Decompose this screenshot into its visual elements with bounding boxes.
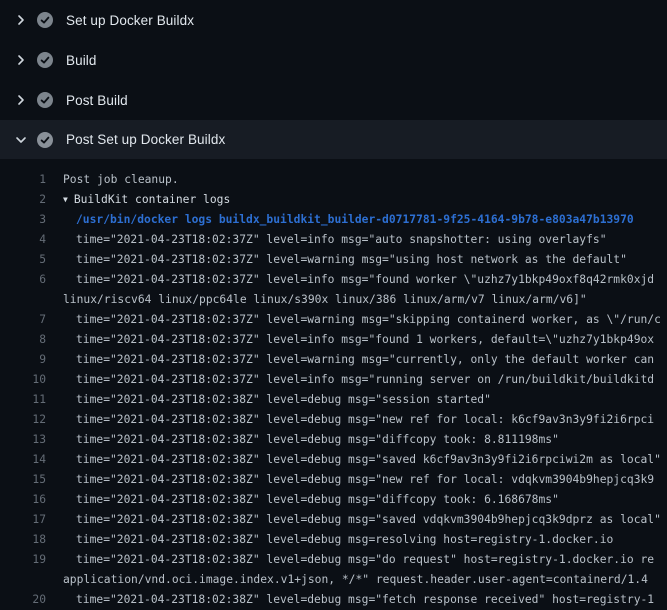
log-text: time="2021-04-23T18:02:37Z" level=info m… bbox=[46, 330, 654, 350]
log-line: 6 time="2021-04-23T18:02:37Z" level=info… bbox=[0, 270, 667, 290]
line-number[interactable]: 16 bbox=[0, 490, 46, 510]
log-text: time="2021-04-23T18:02:37Z" level=info m… bbox=[46, 370, 654, 390]
log-text: time="2021-04-23T18:02:38Z" level=debug … bbox=[46, 470, 654, 490]
line-number[interactable]: 4 bbox=[0, 230, 46, 250]
log-line: 5 time="2021-04-23T18:02:37Z" level=warn… bbox=[0, 250, 667, 270]
line-number[interactable]: 5 bbox=[0, 250, 46, 270]
log-text: time="2021-04-23T18:02:38Z" level=debug … bbox=[46, 390, 491, 410]
line-number[interactable]: 2 bbox=[0, 190, 46, 210]
log-line: 13 time="2021-04-23T18:02:38Z" level=deb… bbox=[0, 430, 667, 450]
step-label: Set up Docker Buildx bbox=[66, 13, 194, 28]
chevron-right-icon[interactable] bbox=[13, 12, 29, 28]
log-line: 4 time="2021-04-23T18:02:37Z" level=info… bbox=[0, 230, 667, 250]
line-number[interactable]: 3 bbox=[0, 210, 46, 230]
log-text: time="2021-04-23T18:02:38Z" level=debug … bbox=[46, 550, 654, 570]
log-text: time="2021-04-23T18:02:38Z" level=debug … bbox=[46, 430, 559, 450]
line-number[interactable]: 8 bbox=[0, 330, 46, 350]
check-circle-icon bbox=[37, 12, 53, 28]
log-text: time="2021-04-23T18:02:38Z" level=debug … bbox=[46, 450, 661, 470]
chevron-right-icon[interactable] bbox=[13, 52, 29, 68]
step-row-post-build[interactable]: Post Build bbox=[0, 80, 667, 120]
log-text: time="2021-04-23T18:02:37Z" level=warnin… bbox=[46, 250, 627, 270]
log-line: 10 time="2021-04-23T18:02:37Z" level=inf… bbox=[0, 370, 667, 390]
log-text: time="2021-04-23T18:02:37Z" level=warnin… bbox=[46, 310, 661, 330]
line-number[interactable]: 19 bbox=[0, 550, 46, 570]
log-line: 11 time="2021-04-23T18:02:38Z" level=deb… bbox=[0, 390, 667, 410]
log-line: 9 time="2021-04-23T18:02:37Z" level=warn… bbox=[0, 350, 667, 370]
line-number[interactable]: 7 bbox=[0, 310, 46, 330]
line-number[interactable]: 12 bbox=[0, 410, 46, 430]
log-line: 16 time="2021-04-23T18:02:38Z" level=deb… bbox=[0, 490, 667, 510]
log-line-wrap: linux/riscv64 linux/ppc64le linux/s390x … bbox=[0, 290, 667, 310]
log-group-header[interactable]: 2 ▼ BuildKit container logs bbox=[0, 190, 667, 210]
log-text: time="2021-04-23T18:02:38Z" level=debug … bbox=[46, 530, 613, 550]
log-text: time="2021-04-23T18:02:38Z" level=debug … bbox=[46, 410, 654, 430]
log-text: time="2021-04-23T18:02:38Z" level=debug … bbox=[46, 590, 654, 610]
log-text-command: /usr/bin/docker logs buildx_buildkit_bui… bbox=[46, 210, 634, 230]
log-line: 15 time="2021-04-23T18:02:38Z" level=deb… bbox=[0, 470, 667, 490]
log-line: 8 time="2021-04-23T18:02:37Z" level=info… bbox=[0, 330, 667, 350]
log-text: ▼ BuildKit container logs bbox=[46, 190, 230, 210]
step-label: Build bbox=[66, 53, 97, 68]
log-line-command: 3 /usr/bin/docker logs buildx_buildkit_b… bbox=[0, 210, 667, 230]
line-number[interactable]: 14 bbox=[0, 450, 46, 470]
step-list: Set up Docker Buildx Build Post Build Po… bbox=[0, 0, 667, 159]
log-line: 18 time="2021-04-23T18:02:38Z" level=deb… bbox=[0, 530, 667, 550]
line-number[interactable]: 10 bbox=[0, 370, 46, 390]
line-number bbox=[0, 570, 46, 590]
log-line: 12 time="2021-04-23T18:02:38Z" level=deb… bbox=[0, 410, 667, 430]
step-row-build[interactable]: Build bbox=[0, 40, 667, 80]
log-text: time="2021-04-23T18:02:37Z" level=info m… bbox=[46, 230, 607, 250]
step-label: Post Build bbox=[66, 93, 128, 108]
log-line: 20 time="2021-04-23T18:02:38Z" level=deb… bbox=[0, 590, 667, 610]
line-number[interactable]: 13 bbox=[0, 430, 46, 450]
line-number[interactable]: 6 bbox=[0, 270, 46, 290]
group-title: BuildKit container logs bbox=[74, 193, 230, 206]
log-line-wrap: application/vnd.oci.image.index.v1+json,… bbox=[0, 570, 667, 590]
line-number[interactable]: 20 bbox=[0, 590, 46, 610]
log-viewer: 1 Post job cleanup. 2 ▼ BuildKit containe… bbox=[0, 159, 667, 610]
log-text: time="2021-04-23T18:02:37Z" level=info m… bbox=[46, 270, 654, 290]
step-label: Post Set up Docker Buildx bbox=[66, 132, 225, 147]
log-line: 17 time="2021-04-23T18:02:38Z" level=deb… bbox=[0, 510, 667, 530]
line-number[interactable]: 17 bbox=[0, 510, 46, 530]
log-text: application/vnd.oci.image.index.v1+json,… bbox=[46, 570, 648, 590]
check-circle-icon bbox=[37, 52, 53, 68]
step-row-post-set-up-docker-buildx[interactable]: Post Set up Docker Buildx bbox=[0, 120, 667, 159]
log-text: time="2021-04-23T18:02:37Z" level=warnin… bbox=[46, 350, 654, 370]
chevron-right-icon[interactable] bbox=[13, 92, 29, 108]
log-line: 19 time="2021-04-23T18:02:38Z" level=deb… bbox=[0, 550, 667, 570]
log-line: 14 time="2021-04-23T18:02:38Z" level=deb… bbox=[0, 450, 667, 470]
log-text: Post job cleanup. bbox=[46, 170, 179, 190]
chevron-down-icon[interactable] bbox=[13, 132, 29, 148]
check-circle-icon bbox=[37, 132, 53, 148]
log-text: time="2021-04-23T18:02:38Z" level=debug … bbox=[46, 510, 661, 530]
step-row-set-up-docker-buildx[interactable]: Set up Docker Buildx bbox=[0, 0, 667, 40]
line-number[interactable]: 9 bbox=[0, 350, 46, 370]
line-number bbox=[0, 290, 46, 310]
group-expanded-triangle-icon[interactable]: ▼ bbox=[63, 190, 68, 210]
log-text: linux/riscv64 linux/ppc64le linux/s390x … bbox=[46, 290, 587, 310]
line-number[interactable]: 11 bbox=[0, 390, 46, 410]
line-number[interactable]: 18 bbox=[0, 530, 46, 550]
line-number[interactable]: 15 bbox=[0, 470, 46, 490]
log-line: 1 Post job cleanup. bbox=[0, 170, 667, 190]
log-text: time="2021-04-23T18:02:38Z" level=debug … bbox=[46, 490, 559, 510]
line-number[interactable]: 1 bbox=[0, 170, 46, 190]
check-circle-icon bbox=[37, 92, 53, 108]
log-line: 7 time="2021-04-23T18:02:37Z" level=warn… bbox=[0, 310, 667, 330]
